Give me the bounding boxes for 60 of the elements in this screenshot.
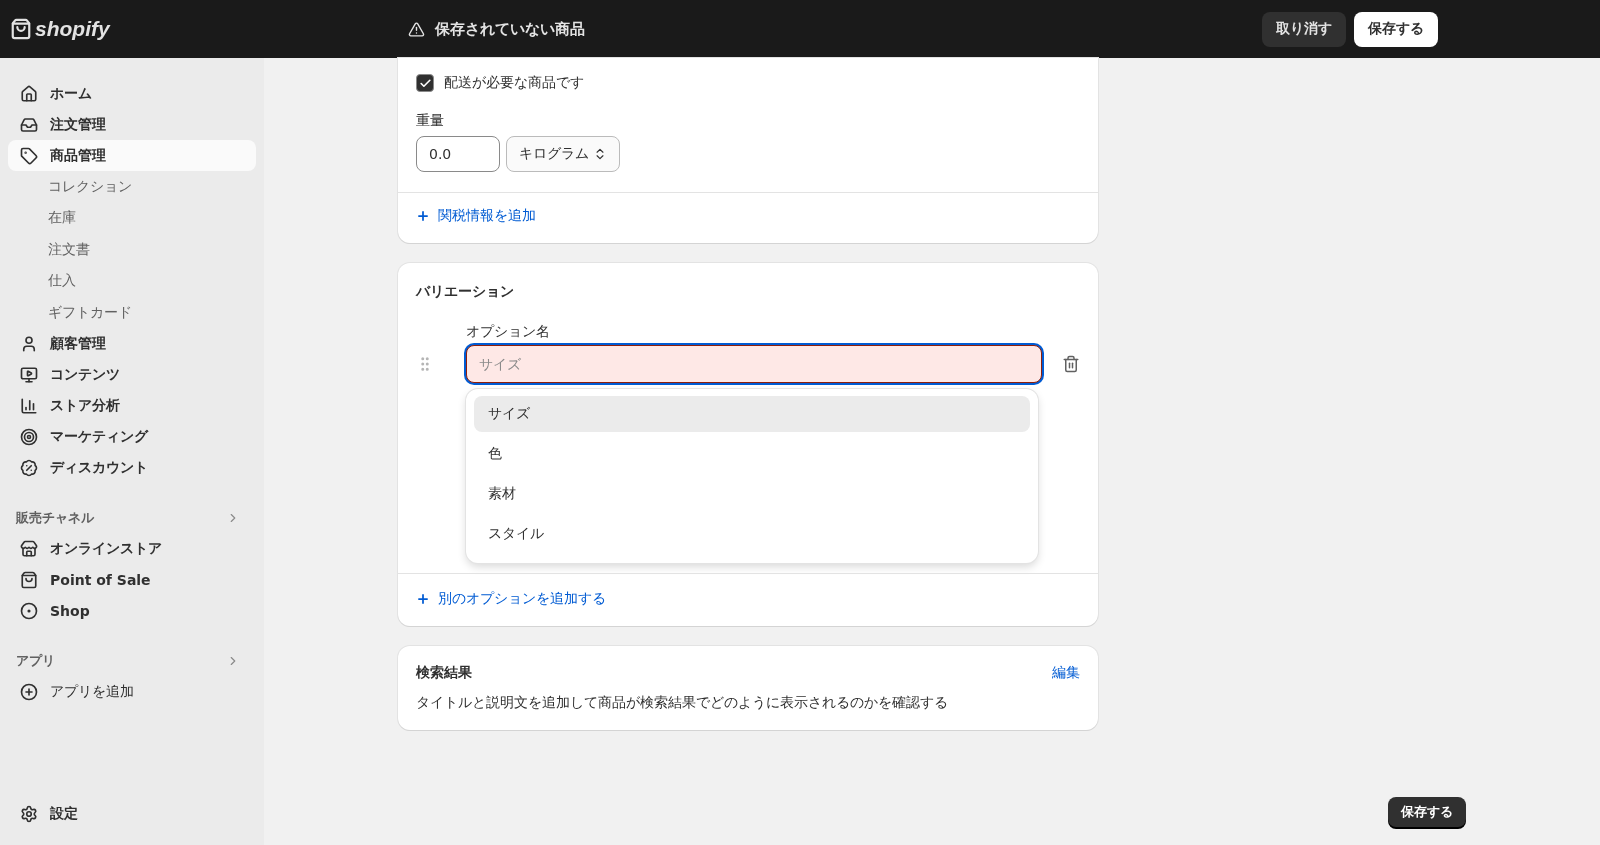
tag-icon bbox=[20, 146, 38, 165]
inbox-icon bbox=[20, 115, 38, 134]
settings-icon bbox=[20, 804, 38, 823]
dropdown-option[interactable]: 素材 bbox=[474, 476, 1030, 512]
plus-icon bbox=[416, 592, 430, 606]
nav-item[interactable]: コンテンツ bbox=[8, 359, 256, 391]
section-heading: アプリ bbox=[16, 651, 55, 670]
section-heading: 販売チャネル bbox=[16, 508, 94, 527]
dropdown-option[interactable]: サイズ bbox=[474, 396, 1030, 432]
nav-subitem[interactable]: 注文書 bbox=[8, 234, 256, 266]
card-title: 検索結果 bbox=[416, 664, 472, 682]
checkbox[interactable] bbox=[416, 74, 434, 92]
badge-icon bbox=[20, 459, 38, 477]
checkbox-label: 配送が必要な商品です bbox=[444, 74, 584, 92]
circle-icon bbox=[20, 602, 38, 620]
option-name-label: オプション名 bbox=[466, 323, 551, 341]
bar-chart-icon bbox=[20, 397, 38, 415]
delete-icon[interactable] bbox=[1062, 355, 1080, 373]
store-icon bbox=[20, 540, 38, 558]
nav-subitem[interactable]: 仕入 bbox=[8, 265, 256, 297]
nav-item[interactable]: 顧客管理 bbox=[8, 328, 256, 360]
shopify-logo[interactable]: shopify bbox=[10, 17, 408, 41]
plus-circle-icon bbox=[20, 683, 38, 701]
dropdown-option[interactable]: スタイル bbox=[474, 516, 1030, 552]
target-icon bbox=[20, 428, 38, 446]
nav-item[interactable]: Shop bbox=[8, 595, 256, 627]
seo-description: タイトルと説明文を追加して商品が検索結果でどのように表示されるのかを確認する bbox=[416, 694, 949, 712]
plus-icon bbox=[416, 209, 430, 223]
add-option-link[interactable]: 別のオプションを追加する bbox=[416, 590, 606, 608]
checkmark-icon bbox=[418, 76, 432, 90]
nav-subitem[interactable]: コレクション bbox=[8, 171, 256, 203]
home-icon bbox=[20, 84, 38, 103]
edit-link[interactable]: 編集 bbox=[1052, 664, 1080, 682]
nav-item[interactable]: 注文管理 bbox=[8, 109, 256, 140]
nav-item[interactable]: Point of Sale bbox=[8, 564, 256, 596]
settings-item[interactable]: 設定 bbox=[8, 798, 256, 829]
nav-item[interactable]: ホーム bbox=[8, 78, 256, 109]
bag-icon bbox=[20, 571, 38, 589]
monitor-icon bbox=[20, 366, 38, 384]
nav-item[interactable]: アプリを追加 bbox=[8, 676, 256, 708]
nav-item[interactable]: ディスカウント bbox=[8, 452, 256, 484]
unit-select[interactable]: キログラム bbox=[506, 136, 620, 172]
dropdown-option[interactable]: 色 bbox=[474, 436, 1030, 472]
nav-item[interactable]: ストア分析 bbox=[8, 390, 256, 422]
weight-label: 重量 bbox=[416, 112, 445, 130]
discard-button[interactable]: 取り消す bbox=[1262, 11, 1346, 47]
nav-subitem[interactable]: ギフトカード bbox=[8, 297, 256, 329]
nav-item[interactable]: 商品管理 bbox=[8, 140, 256, 171]
nav-item[interactable]: オンラインストア bbox=[8, 533, 256, 565]
option-name-field[interactable]: サイズ bbox=[466, 345, 1042, 383]
warning-icon bbox=[408, 20, 425, 38]
add-customs-link[interactable]: 関税情報を追加 bbox=[416, 207, 536, 225]
weight-input[interactable]: 0.0 bbox=[416, 136, 500, 172]
nav-subitem[interactable]: 在庫 bbox=[8, 202, 256, 234]
save-button[interactable]: 保存する bbox=[1388, 797, 1466, 827]
card-title: バリエーション bbox=[416, 283, 515, 301]
page-title: 保存されていない商品 bbox=[435, 19, 585, 39]
nav-item[interactable]: マーケティング bbox=[8, 421, 256, 453]
person-icon bbox=[20, 335, 38, 353]
save-button[interactable]: 保存する bbox=[1354, 11, 1438, 47]
